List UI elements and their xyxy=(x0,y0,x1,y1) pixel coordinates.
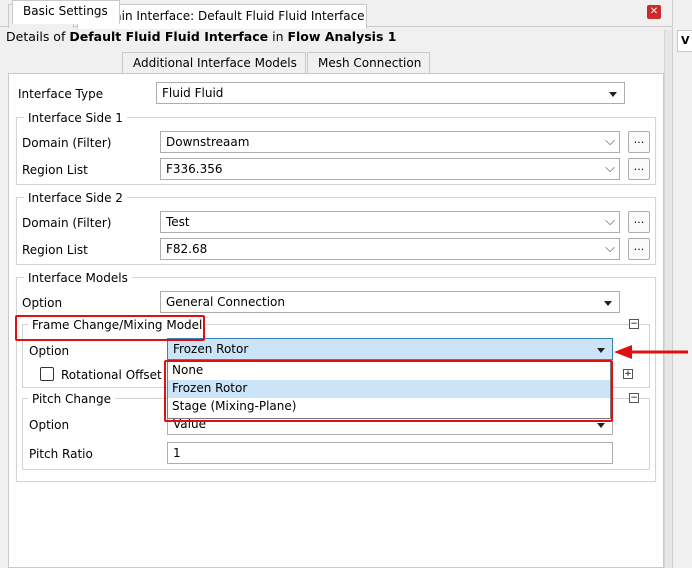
models-option-label: Option xyxy=(22,296,63,310)
collapse-icon[interactable]: − xyxy=(629,319,639,329)
chevron-down-icon: ⌵ xyxy=(605,241,615,256)
side1-region-browse-button[interactable]: ... xyxy=(628,158,650,180)
right-side-panel: V xyxy=(672,0,692,568)
tab-mesh-connection[interactable]: Mesh Connection xyxy=(307,52,430,74)
interface-type-select[interactable]: Fluid Fluid xyxy=(156,82,625,104)
annotation-arrow-icon xyxy=(614,345,688,359)
models-option-value: General Connection xyxy=(166,295,286,309)
pitch-ratio-label: Pitch Ratio xyxy=(29,447,93,461)
dropdown-option-stage-mixing-plane[interactable]: Stage (Mixing-Plane) xyxy=(168,398,610,416)
frame-change-dropdown-list: None Frozen Rotor Stage (Mixing-Plane) xyxy=(167,361,611,419)
interface-models-title: Interface Models xyxy=(24,271,132,285)
dropdown-arrow-icon xyxy=(597,423,605,428)
models-option-select[interactable]: General Connection xyxy=(160,291,620,313)
pitch-change-title: Pitch Change xyxy=(28,392,115,406)
tab-basic-settings[interactable]: Basic Settings xyxy=(12,0,120,24)
frame-change-option-value: Frozen Rotor xyxy=(173,342,249,356)
dropdown-arrow-icon xyxy=(604,301,612,306)
frame-change-option-label: Option xyxy=(29,344,70,358)
expand-icon[interactable]: + xyxy=(623,369,633,379)
side2-region-value: F82.68 xyxy=(166,242,208,256)
vertical-scrollbar[interactable] xyxy=(664,30,672,568)
side1-domain-browse-button[interactable]: ... xyxy=(628,131,650,153)
dropdown-arrow-icon xyxy=(597,348,605,353)
side1-domain-select[interactable]: Downstreaam ⌵ xyxy=(160,131,620,153)
collapse-icon[interactable]: − xyxy=(629,393,639,403)
interface-side-1-title: Interface Side 1 xyxy=(24,111,127,125)
details-analysis: Flow Analysis 1 xyxy=(287,29,397,44)
rotational-offset-checkbox[interactable] xyxy=(40,367,54,381)
side2-domain-select[interactable]: Test ⌵ xyxy=(160,211,620,233)
chevron-down-icon: ⌵ xyxy=(605,214,615,229)
interface-side-2-title: Interface Side 2 xyxy=(24,191,127,205)
side1-region-value: F336.356 xyxy=(166,162,223,176)
rotational-offset-label: Rotational Offset xyxy=(61,368,162,382)
side2-domain-value: Test xyxy=(166,215,190,229)
side2-domain-label: Domain (Filter) xyxy=(22,216,112,230)
details-object: Default Fluid Fluid Interface xyxy=(69,29,269,44)
interface-type-label: Interface Type xyxy=(18,87,104,101)
frame-change-option-select[interactable]: Frozen Rotor xyxy=(167,338,613,360)
interface-type-value: Fluid Fluid xyxy=(162,86,224,100)
tab-domain-interface[interactable]: Domain Interface: Default Fluid Fluid In… xyxy=(77,4,367,29)
dropdown-option-none[interactable]: None xyxy=(168,362,610,380)
side1-region-label: Region List xyxy=(22,163,88,177)
side1-region-select[interactable]: F336.356 ⌵ xyxy=(160,158,620,180)
pitch-ratio-input[interactable]: 1 xyxy=(167,442,613,464)
side2-region-browse-button[interactable]: ... xyxy=(628,238,650,260)
close-icon[interactable]: ✕ xyxy=(647,5,661,19)
side1-domain-value: Downstreaam xyxy=(166,135,250,149)
side2-region-select[interactable]: F82.68 ⌵ xyxy=(160,238,620,260)
details-middle: in xyxy=(268,29,288,44)
details-header: Details of Default Fluid Fluid Interface… xyxy=(6,29,396,44)
side2-domain-browse-button[interactable]: ... xyxy=(628,211,650,233)
dropdown-arrow-icon xyxy=(609,92,617,97)
side2-region-label: Region List xyxy=(22,243,88,257)
tab-additional-interface-models[interactable]: Additional Interface Models xyxy=(122,52,306,74)
dropdown-option-frozen-rotor[interactable]: Frozen Rotor xyxy=(168,380,610,398)
frame-change-title: Frame Change/Mixing Model xyxy=(28,318,207,332)
chevron-down-icon: ⌵ xyxy=(605,161,615,176)
right-panel-tab[interactable]: V xyxy=(677,30,692,52)
chevron-down-icon: ⌵ xyxy=(605,134,615,149)
pitch-option-label: Option xyxy=(29,418,70,432)
pitch-option-value: Value xyxy=(173,417,206,431)
details-prefix: Details of xyxy=(6,29,70,44)
side1-domain-label: Domain (Filter) xyxy=(22,136,112,150)
